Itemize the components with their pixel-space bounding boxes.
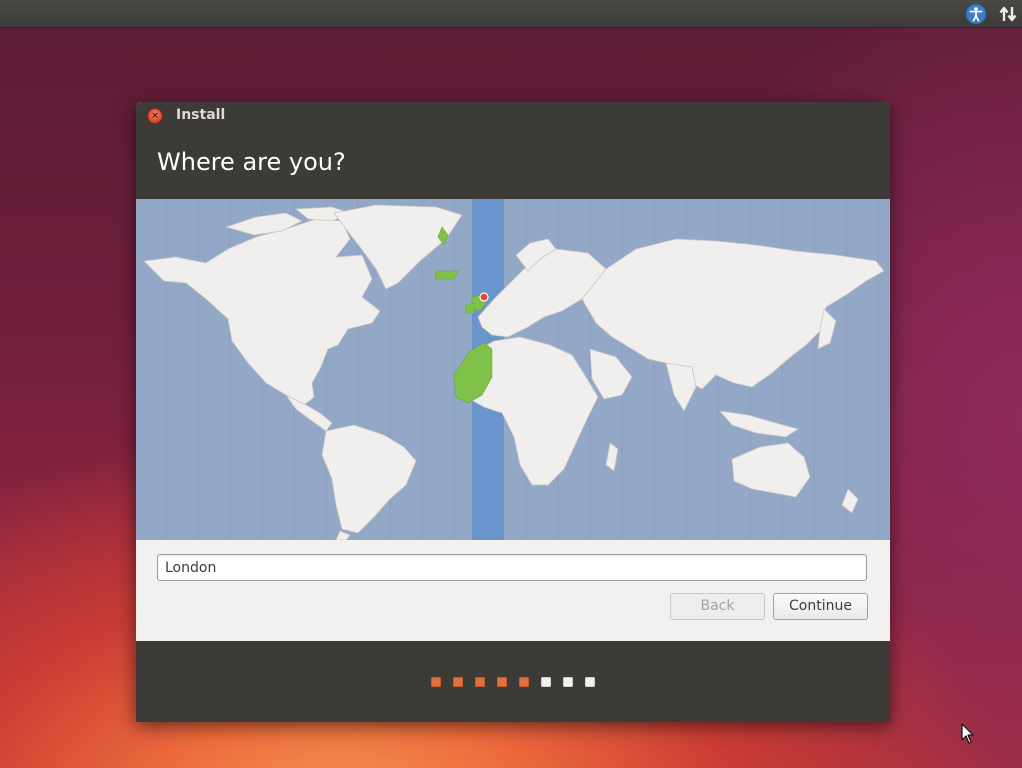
continue-button[interactable]: Continue (773, 593, 868, 620)
window-titlebar: × Install (136, 102, 890, 130)
window-title: Install (176, 107, 226, 123)
location-input[interactable] (157, 554, 867, 581)
progress-dot (541, 677, 551, 687)
progress-dot (453, 677, 463, 687)
world-map[interactable] (136, 199, 890, 540)
mouse-cursor-icon (961, 723, 975, 749)
progress-dot (497, 677, 507, 687)
timezone-map[interactable] (136, 199, 890, 540)
back-button[interactable]: Back (670, 593, 765, 620)
accessibility-icon[interactable] (965, 3, 987, 25)
page-title: Where are you? (157, 148, 346, 176)
progress-footer (136, 641, 890, 722)
progress-dot (475, 677, 485, 687)
location-marker-icon (479, 292, 489, 302)
close-icon[interactable]: × (147, 108, 163, 124)
install-window: × Install Where are you? London Back Con… (136, 102, 890, 722)
progress-dots (431, 677, 607, 687)
location-form: Back Continue (136, 540, 890, 641)
network-icon[interactable] (997, 3, 1019, 25)
progress-dot (431, 677, 441, 687)
top-panel (0, 0, 1022, 28)
page-header: Where are you? (136, 130, 890, 199)
progress-dot (563, 677, 573, 687)
progress-dot (519, 677, 529, 687)
progress-dot (585, 677, 595, 687)
